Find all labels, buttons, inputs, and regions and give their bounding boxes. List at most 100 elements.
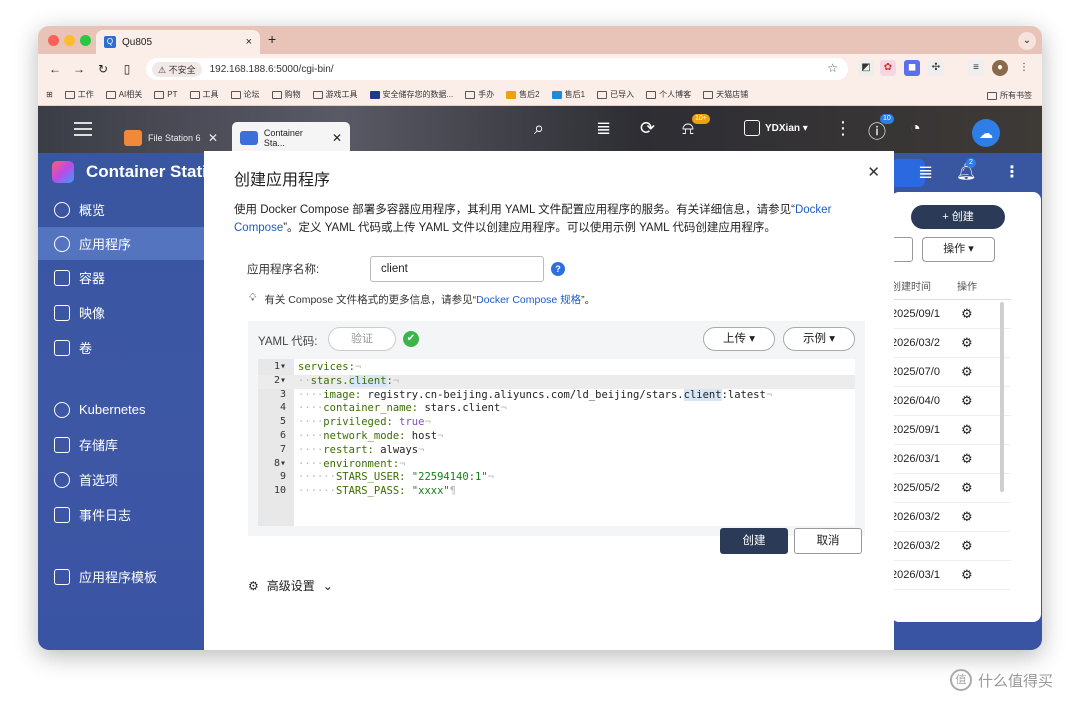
extension-icon[interactable]: ◼	[904, 60, 920, 76]
extension-icon[interactable]: ✿	[880, 60, 896, 76]
table-scrollbar[interactable]	[1000, 302, 1004, 492]
help-icon[interactable]: ?	[551, 262, 565, 276]
sidebar-item-kubernetes[interactable]: Kubernetes	[38, 393, 204, 426]
bookmark-star-icon[interactable]: ☆	[827, 61, 838, 75]
bookmark-item[interactable]: 工作	[64, 89, 94, 100]
all-bookmarks[interactable]: 所有书签	[987, 90, 1032, 101]
tab-search-icon[interactable]: ⌄	[1018, 32, 1036, 50]
sidebar-item-volumes[interactable]: 卷	[38, 331, 204, 364]
tasks-icon[interactable]: ≣	[596, 118, 611, 139]
upload-button[interactable]: 上传 ▾	[703, 327, 775, 351]
bookmark-item[interactable]: 个人博客	[646, 89, 691, 100]
main-menu-icon[interactable]	[74, 122, 92, 136]
bookmark-item[interactable]: 安全储存您的数据...	[369, 89, 453, 100]
profile-avatar[interactable]: ●	[992, 60, 1008, 76]
gear-icon[interactable]: ⚙	[961, 480, 973, 496]
table-row[interactable]: 2026/03/2 ⚙	[891, 503, 1011, 532]
table-row[interactable]: 2025/09/1 ⚙	[891, 300, 1011, 329]
table-row[interactable]: 2025/05/2 ⚙	[891, 474, 1011, 503]
sidebar-item-registry[interactable]: 存储库	[38, 428, 204, 461]
close-window-button[interactable]	[48, 35, 59, 46]
bookmark-item[interactable]: 已导入	[597, 89, 634, 100]
sidebar-item-preferences[interactable]: 首选项	[38, 463, 204, 496]
bookmark-item[interactable]: AI相关	[105, 89, 142, 100]
extension-icon[interactable]: ◩	[858, 60, 874, 76]
url-text[interactable]: 192.168.188.6:5000/cgi-bin/	[210, 64, 334, 75]
sidebar-item-applications[interactable]: 应用程序	[38, 227, 204, 260]
close-tab-icon[interactable]: ×	[246, 36, 252, 48]
sidebar-item-event-log[interactable]: 事件日志	[38, 498, 204, 531]
qts-tab-container-station[interactable]: Container Sta... ✕	[232, 122, 350, 153]
qts-tab-file-station[interactable]: File Station 6 ✕	[116, 122, 226, 153]
browser-menu-icon[interactable]: ⋮	[1016, 60, 1032, 76]
user-menu[interactable]: YDXian ▾	[744, 120, 808, 136]
close-tab-icon[interactable]: ✕	[208, 131, 218, 145]
table-row[interactable]: 2026/03/2 ⚙	[891, 329, 1011, 358]
more-options-icon[interactable]: ⋮	[1004, 162, 1020, 182]
gear-icon[interactable]: ⚙	[961, 422, 973, 438]
close-tab-icon[interactable]: ✕	[332, 131, 342, 145]
table-row[interactable]: 2026/03/2 ⚙	[891, 532, 1011, 561]
verify-button[interactable]: 验证	[328, 327, 396, 351]
gear-icon[interactable]: ⚙	[961, 306, 973, 322]
example-button[interactable]: 示例 ▾	[783, 327, 855, 351]
table-row[interactable]: 2026/03/1 ⚙	[891, 561, 1011, 590]
folder-icon	[64, 90, 75, 99]
bookmark-item[interactable]: 手办	[465, 89, 494, 100]
minimize-window-button[interactable]	[64, 35, 75, 46]
advanced-settings-toggle[interactable]: ⚙ 高级设置 ⌄	[248, 577, 333, 594]
bookmark-item[interactable]: 购物	[271, 89, 301, 100]
close-icon[interactable]: ✕	[867, 163, 880, 181]
gear-icon[interactable]: ⚙	[961, 451, 973, 467]
bookmark-item[interactable]: 天猫店铺	[703, 89, 748, 100]
bookmark-item[interactable]: 售后2	[506, 89, 540, 100]
bookmark-item[interactable]: 游戏工具	[312, 89, 358, 100]
create-submit-button[interactable]: 创建	[720, 528, 788, 554]
new-tab-button[interactable]: +	[268, 31, 276, 47]
sidebar-item-app-templates[interactable]: 应用程序模板	[38, 560, 204, 593]
bookmark-item[interactable]: 论坛	[230, 89, 260, 100]
dashboard-icon[interactable]: ◔	[910, 118, 921, 139]
table-row[interactable]: 2026/03/1 ⚙	[891, 445, 1011, 474]
reader-icon[interactable]: ▯	[120, 62, 134, 76]
yaml-editor[interactable]: 1▾ services:¬ 2▾ ··stars.client:¬ 3 ····ima…	[258, 359, 855, 526]
browser-tab[interactable]: Q Qu805 ×	[96, 30, 260, 54]
more-icon[interactable]: ⋮	[834, 118, 852, 139]
search-icon[interactable]: ⌕	[534, 118, 544, 139]
bookmark-item[interactable]: 售后1	[551, 89, 585, 100]
maximize-window-button[interactable]	[80, 35, 91, 46]
reload-icon[interactable]: ↻	[96, 62, 110, 76]
create-button[interactable]: + 创建	[911, 205, 1005, 229]
forward-icon[interactable]: →	[72, 62, 86, 76]
gear-icon[interactable]: ⚙	[961, 335, 973, 351]
bookmark-item[interactable]: 工具	[189, 89, 219, 100]
myqnapcloud-icon[interactable]: ☁	[972, 119, 1000, 147]
gear-icon[interactable]: ⚙	[961, 364, 973, 380]
operations-button[interactable]: 操作 ▾	[922, 237, 995, 262]
security-indicator[interactable]: ⚠ 不安全	[152, 61, 202, 77]
gear-icon[interactable]: ⚙	[961, 567, 973, 583]
table-row[interactable]: 2025/07/0 ⚙	[891, 358, 1011, 387]
gear-icon[interactable]: ⚙	[961, 509, 973, 525]
cancel-button[interactable]: 取消	[794, 528, 862, 554]
app-name-input[interactable]	[370, 256, 544, 282]
sync-icon[interactable]: ⟳	[640, 118, 655, 139]
reading-list-icon[interactable]: ≡	[968, 60, 984, 76]
table-row[interactable]: 2026/04/0 ⚙	[891, 387, 1011, 416]
sidebar-item-containers[interactable]: 容器	[38, 261, 204, 294]
sidebar-item-images[interactable]: 映像	[38, 296, 204, 329]
column-created[interactable]: 创建时间	[891, 278, 957, 293]
table-row[interactable]: 2025/09/1 ⚙	[891, 416, 1011, 445]
search-input[interactable]	[891, 237, 913, 262]
compose-spec-link[interactable]: Docker Compose 规格	[476, 294, 581, 306]
back-icon[interactable]: ←	[48, 62, 62, 76]
sidebar-item-overview[interactable]: 概览	[38, 193, 204, 226]
yaml-code[interactable]: 1▾ services:¬ 2▾ ··stars.client:¬ 3 ····ima…	[258, 361, 855, 499]
apps-grid-icon[interactable]: ⊞	[46, 90, 53, 99]
address-bar[interactable]: ⚠ 不安全 192.168.188.6:5000/cgi-bin/ ☆	[146, 58, 848, 80]
extensions-puzzle-icon[interactable]: ✣	[928, 60, 944, 76]
bookmark-item[interactable]: PT	[154, 90, 178, 99]
gear-icon[interactable]: ⚙	[961, 538, 973, 554]
gear-icon[interactable]: ⚙	[961, 393, 973, 409]
tasks-icon[interactable]: ≣	[918, 162, 933, 183]
